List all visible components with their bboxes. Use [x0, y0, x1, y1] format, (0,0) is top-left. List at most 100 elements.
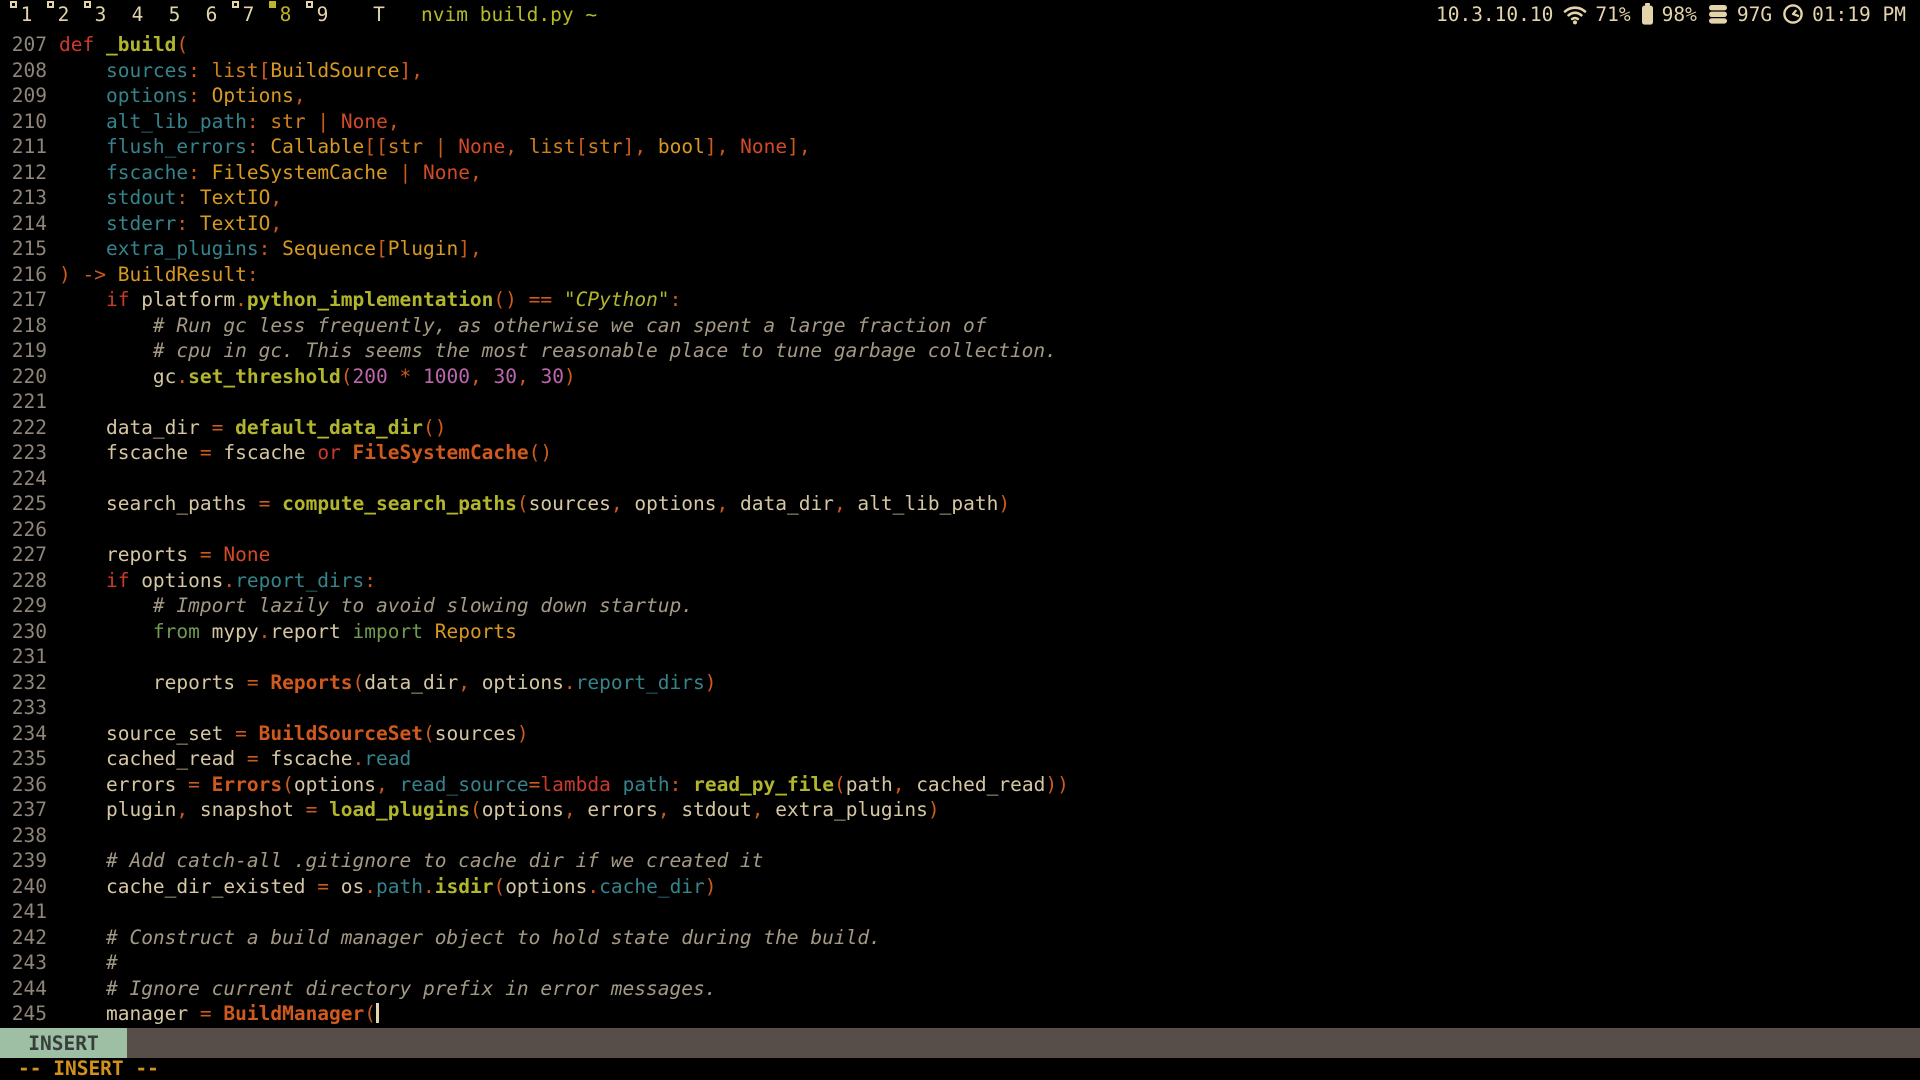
- code-line-230[interactable]: 230 from mypy.report import Reports: [0, 619, 1920, 645]
- code-line-210[interactable]: 210 alt_lib_path: str | None,: [0, 109, 1920, 135]
- code-line-219[interactable]: 219 # cpu in gc. This seems the most rea…: [0, 338, 1920, 364]
- code-token: report_dirs: [235, 569, 364, 592]
- code-line-223[interactable]: 223 fscache = fscache or FileSystemCache…: [0, 440, 1920, 466]
- code-line-244[interactable]: 244 # Ignore current directory prefix in…: [0, 976, 1920, 1002]
- code-token: data_dir: [59, 416, 212, 439]
- code-token: [200, 161, 212, 184]
- code-token: Errors: [212, 773, 282, 796]
- code-token: ,: [294, 84, 306, 107]
- code-token: report: [270, 620, 352, 643]
- code-token: .: [223, 569, 235, 592]
- code-token: *: [400, 365, 412, 388]
- code-line-231[interactable]: 231: [0, 644, 1920, 670]
- line-number: 213: [0, 185, 47, 211]
- code-token: Sequence: [282, 237, 376, 260]
- workspace-tag-4[interactable]: 4: [119, 0, 156, 28]
- code-token: ==: [529, 288, 552, 311]
- code-token: errors: [576, 798, 658, 821]
- code-token: BuildSource: [270, 59, 399, 82]
- code-line-209[interactable]: 209 options: Options,: [0, 83, 1920, 109]
- code-token: path: [623, 773, 670, 796]
- code-token: import: [353, 620, 423, 643]
- code-line-234[interactable]: 234 source_set = BuildSourceSet(sources): [0, 721, 1920, 747]
- disk-icon: [1707, 3, 1729, 25]
- code-token: cache_dir: [599, 875, 705, 898]
- code-token: # Ignore current directory prefix in err…: [106, 977, 716, 1000]
- code-line-239[interactable]: 239 # Add catch-all .gitignore to cache …: [0, 848, 1920, 874]
- code-token: [106, 263, 118, 286]
- code-line-243[interactable]: 243 #: [0, 950, 1920, 976]
- code-line-235[interactable]: 235 cached_read = fscache.read: [0, 746, 1920, 772]
- workspace-tag-1[interactable]: 1: [8, 0, 45, 28]
- code-line-217[interactable]: 217 if platform.python_implementation() …: [0, 287, 1920, 313]
- code-token: (: [470, 798, 482, 821]
- code-token: TextIO: [200, 212, 270, 235]
- code-line-214[interactable]: 214 stderr: TextIO,: [0, 211, 1920, 237]
- code-token: =: [306, 798, 318, 821]
- code-line-237[interactable]: 237 plugin, snapshot = load_plugins(opti…: [0, 797, 1920, 823]
- workspace-tag-6[interactable]: 6: [193, 0, 230, 28]
- code-token: [270, 237, 282, 260]
- line-number: 209: [0, 83, 47, 109]
- code-token: [212, 543, 224, 566]
- code-token: 30: [493, 365, 516, 388]
- code-line-227[interactable]: 227 reports = None: [0, 542, 1920, 568]
- line-number: 212: [0, 160, 47, 186]
- code-line-216[interactable]: 216) -> BuildResult:: [0, 262, 1920, 288]
- code-token: read: [364, 747, 411, 770]
- workspace-tag-7[interactable]: 7: [230, 0, 267, 28]
- code-line-233[interactable]: 233: [0, 695, 1920, 721]
- workspace-tag-label: 3: [95, 3, 107, 26]
- code-line-213[interactable]: 213 stdout: TextIO,: [0, 185, 1920, 211]
- code-token: .: [353, 747, 365, 770]
- code-line-232[interactable]: 232 reports = Reports(data_dir, options.…: [0, 670, 1920, 696]
- layout-indicator[interactable]: T: [359, 3, 399, 26]
- code-token: [94, 33, 106, 56]
- code-token: [259, 135, 271, 158]
- code-token: str: [388, 135, 423, 158]
- code-line-228[interactable]: 228 if options.report_dirs:: [0, 568, 1920, 594]
- code-token: |: [435, 135, 447, 158]
- workspace-tag-3[interactable]: 3: [82, 0, 119, 28]
- vim-message-line: -- INSERT --: [0, 1058, 1920, 1080]
- code-token: #: [106, 951, 118, 974]
- code-line-224[interactable]: 224: [0, 466, 1920, 492]
- code-token: =: [247, 671, 259, 694]
- code-line-229[interactable]: 229 # Import lazily to avoid slowing dow…: [0, 593, 1920, 619]
- code-line-207[interactable]: 207def _build(: [0, 32, 1920, 58]
- code-token: ,: [388, 110, 400, 133]
- code-token: def: [59, 33, 94, 56]
- workspace-tag-label: 2: [58, 3, 70, 26]
- workspace-tag-8[interactable]: 8: [267, 0, 304, 28]
- code-token: list: [212, 59, 259, 82]
- line-number: 231: [0, 644, 47, 670]
- workspace-tag-5[interactable]: 5: [156, 0, 193, 28]
- code-line-215[interactable]: 215 extra_plugins: Sequence[Plugin],: [0, 236, 1920, 262]
- code-line-222[interactable]: 222 data_dir = default_data_dir(): [0, 415, 1920, 441]
- line-number: 239: [0, 848, 47, 874]
- code-line-236[interactable]: 236 errors = Errors(options, read_source…: [0, 772, 1920, 798]
- code-line-245[interactable]: 245 manager = BuildManager(: [0, 1001, 1920, 1027]
- code-line-225[interactable]: 225 search_paths = compute_search_paths(…: [0, 491, 1920, 517]
- workspace-tag-9[interactable]: 9: [304, 0, 341, 28]
- code-line-238[interactable]: 238: [0, 823, 1920, 849]
- code-token: =: [200, 441, 212, 464]
- code-token: alt_lib_path: [846, 492, 999, 515]
- code-line-226[interactable]: 226: [0, 517, 1920, 543]
- code-token: =: [235, 722, 247, 745]
- code-line-241[interactable]: 241: [0, 899, 1920, 925]
- code-line-220[interactable]: 220 gc.set_threshold(200 * 1000, 30, 30): [0, 364, 1920, 390]
- code-line-221[interactable]: 221: [0, 389, 1920, 415]
- editor-buffer[interactable]: 207def _build(208 sources: list[BuildSou…: [0, 28, 1920, 1028]
- workspace-tag-2[interactable]: 2: [45, 0, 82, 28]
- code-line-240[interactable]: 240 cache_dir_existed = os.path.isdir(op…: [0, 874, 1920, 900]
- code-token: report_dirs: [576, 671, 705, 694]
- code-token: ],: [787, 135, 810, 158]
- code-line-218[interactable]: 218 # Run gc less frequently, as otherwi…: [0, 313, 1920, 339]
- code-line-242[interactable]: 242 # Construct a build manager object t…: [0, 925, 1920, 951]
- code-token: ): [998, 492, 1010, 515]
- code-line-212[interactable]: 212 fscache: FileSystemCache | None,: [0, 160, 1920, 186]
- line-number: 224: [0, 466, 47, 492]
- code-line-211[interactable]: 211 flush_errors: Callable[[str | None, …: [0, 134, 1920, 160]
- code-line-208[interactable]: 208 sources: list[BuildSource],: [0, 58, 1920, 84]
